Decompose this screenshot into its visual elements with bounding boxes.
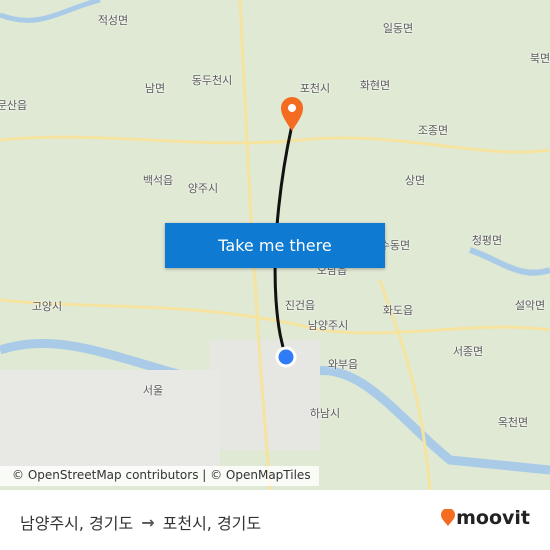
take-me-there-button[interactable]: Take me there <box>165 223 385 268</box>
place-label: 북면 <box>529 52 550 65</box>
destination-pin-icon[interactable] <box>281 97 303 131</box>
map-attribution[interactable]: © OpenStreetMap contributors | © OpenMap… <box>0 466 319 486</box>
place-label: 옥천면 <box>497 416 529 429</box>
place-label: 일동면 <box>382 22 414 35</box>
place-label: 적성면 <box>97 14 129 27</box>
road <box>0 135 550 154</box>
place-label: 서울 <box>142 384 164 397</box>
place-label: 하남시 <box>309 407 341 420</box>
destination-name: 포천시, 경기도 <box>162 514 262 533</box>
moovit-logo: moovit <box>440 507 530 529</box>
place-label: 양주시 <box>187 182 219 195</box>
place-label: 청평면 <box>471 234 503 247</box>
place-label: 백석읍 <box>142 174 174 187</box>
urban-area <box>0 370 220 470</box>
place-label: 문산읍 <box>0 99 28 112</box>
place-label: 상면 <box>404 174 426 187</box>
place-label: 와부읍 <box>327 358 359 371</box>
river <box>0 0 101 23</box>
arrow-right-icon: → <box>141 512 155 532</box>
place-label: 남면 <box>144 82 166 95</box>
map[interactable]: 적성면 일동면 북면 남면 동두천시 포천시 화현면 문산읍 조종면 백석읍 양주시 상면 청평면 수동면… <box>0 0 550 490</box>
place-label: 설악면 <box>514 299 546 312</box>
place-label: 남양주시 <box>307 319 349 332</box>
origin-marker[interactable] <box>275 346 297 368</box>
place-label: 화도읍 <box>382 304 414 317</box>
place-label: 진건읍 <box>284 299 316 312</box>
place-label: 조종면 <box>417 124 449 137</box>
place-label: 화현면 <box>359 79 391 92</box>
moovit-pin-icon <box>441 509 456 526</box>
place-label: 서종면 <box>452 345 484 358</box>
river <box>469 247 550 276</box>
route-summary: 남양주시, 경기도 → 포천시, 경기도 <box>20 510 261 534</box>
moovit-wordmark: moovit <box>456 507 530 529</box>
place-label: 고양시 <box>31 300 63 313</box>
place-label: 동두천시 <box>191 74 233 87</box>
origin-name: 남양주시, 경기도 <box>20 514 134 533</box>
place-label: 포천시 <box>299 82 331 95</box>
